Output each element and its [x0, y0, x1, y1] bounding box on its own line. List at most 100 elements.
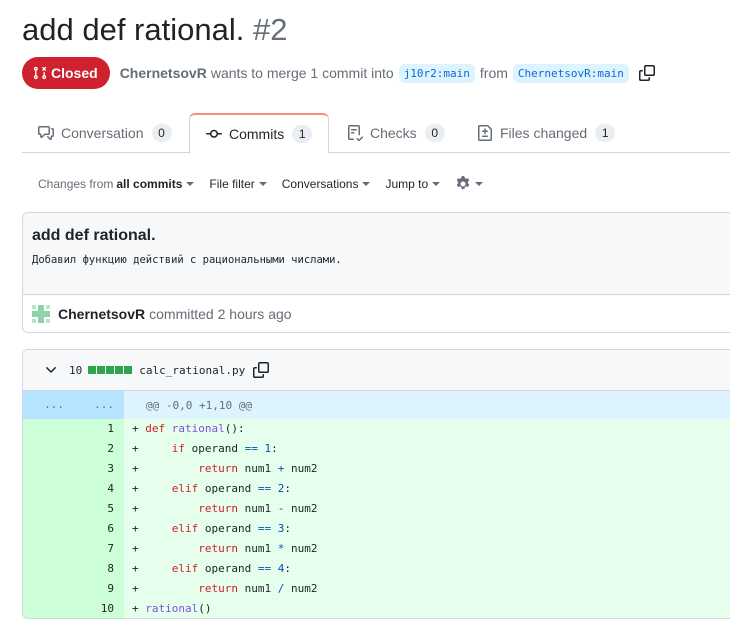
copy-branch-button[interactable] [638, 65, 655, 81]
avatar[interactable] [32, 305, 50, 323]
tab-conversation-label: Conversation [61, 125, 144, 141]
tab-conversation-count: 0 [151, 124, 172, 142]
copy-icon[interactable] [253, 362, 270, 378]
new-line-number[interactable]: 4 [74, 479, 124, 499]
conversations-label: Conversations [281, 177, 359, 191]
commit-footer: ChernetsovR committed 2 hours ago [32, 305, 292, 323]
diffstat-block [97, 366, 106, 374]
diff-line: 3 + return num1 + num2 [23, 459, 730, 479]
status-badge: Closed [22, 57, 110, 89]
diff-lines: 1 + def rational(): 2 + if operand == 1: 3 + … [23, 419, 730, 618]
diff-code: + elif operand == 4: [124, 559, 730, 579]
pr-title: add def rational. [22, 12, 245, 47]
tab-files-changed-count: 1 [595, 124, 616, 142]
diff-line: 5 + return num1 - num2 [23, 499, 730, 519]
file-name-link[interactable]: calc_rational.py [139, 364, 245, 377]
conversations-dropdown[interactable]: Conversations [282, 177, 371, 191]
settings-dropdown[interactable] [455, 176, 484, 192]
caret-down-icon [186, 182, 195, 186]
diff-line: 2 + if operand == 1: [23, 439, 730, 459]
file-diff: 10 calc_rational.py ... ... @@ -0,0 +1,1… [22, 349, 730, 619]
caret-down-icon [475, 182, 484, 186]
old-line-number[interactable] [23, 499, 74, 519]
pr-meta: Closed ChernetsovR wants to merge 1 comm… [22, 57, 655, 89]
diff-code: + def rational(): [124, 419, 730, 439]
diff-line: 8 + elif operand == 4: [23, 559, 730, 579]
checklist-icon [348, 125, 363, 141]
diffstat-block [88, 366, 97, 374]
commit-time: committed 2 hours ago [149, 306, 292, 322]
merge-text: wants to merge 1 commit into [210, 65, 394, 81]
new-line-number[interactable]: 6 [74, 519, 124, 539]
old-line-number[interactable] [23, 599, 74, 618]
diff-line: 9 + return num1 / num2 [23, 579, 730, 599]
diff-toolbar: Changes from all commits File filter Con… [38, 174, 498, 194]
new-line-number[interactable]: 7 [74, 539, 124, 559]
new-line-number[interactable]: 1 [74, 419, 124, 439]
changes-from-value: all commits [116, 177, 183, 191]
old-line-number[interactable] [23, 419, 74, 439]
tab-checks-label: Checks [370, 125, 417, 141]
changes-from-dropdown[interactable]: Changes from all commits [38, 177, 195, 191]
old-line-number[interactable] [23, 559, 74, 579]
file-filter-dropdown[interactable]: File filter [209, 177, 267, 191]
head-branch[interactable]: ChernetsovR:main [512, 63, 629, 83]
new-line-number[interactable]: 8 [74, 559, 124, 579]
new-line-number[interactable]: 9 [74, 579, 124, 599]
status-label: Closed [51, 65, 98, 81]
new-line-number[interactable]: 2 [74, 439, 124, 459]
tab-conversation[interactable]: Conversation 0 [38, 113, 172, 153]
tab-files-changed[interactable]: Files changed 1 [477, 113, 616, 153]
git-commit-icon [206, 129, 222, 138]
commit-card: add def rational. Добавил функцию действ… [22, 212, 730, 333]
tab-commits[interactable]: Commits 1 [189, 113, 330, 154]
tab-files-changed-label: Files changed [500, 125, 588, 141]
old-line-number[interactable] [23, 579, 74, 599]
new-line-number[interactable]: 10 [74, 599, 124, 618]
old-line-number[interactable] [23, 519, 74, 539]
commit-author-link[interactable]: ChernetsovR [58, 306, 145, 322]
pr-tabs: Conversation 0 Commits 1 Checks 0 Files … [22, 113, 730, 154]
comment-discussion-icon [38, 126, 54, 140]
file-filter-label: File filter [209, 177, 255, 191]
new-line-number[interactable]: 5 [74, 499, 124, 519]
diff-code: + return num1 - num2 [124, 499, 730, 519]
diff-line: 4 + elif operand == 2: [23, 479, 730, 499]
old-line-number[interactable] [23, 439, 74, 459]
diff-code: + rational() [124, 599, 730, 618]
hunk-header: ... ... @@ -0,0 +1,10 @@ [23, 391, 730, 419]
new-line-number[interactable]: 3 [74, 459, 124, 479]
changes-from-prefix: Changes from [38, 177, 114, 191]
caret-down-icon [362, 182, 371, 186]
old-line-number[interactable] [23, 479, 74, 499]
page-title: add def rational. #2 [22, 12, 287, 48]
diff-code: + return num1 / num2 [124, 579, 730, 599]
diff-code: + return num1 + num2 [124, 459, 730, 479]
gear-icon [457, 176, 470, 190]
expand-down-button[interactable]: ... [74, 391, 124, 419]
diffstat-bar [88, 366, 133, 374]
diffstat-block [106, 366, 115, 374]
diff-line: 1 + def rational(): [23, 419, 730, 439]
old-line-number[interactable] [23, 539, 74, 559]
copy-icon [638, 65, 655, 81]
jump-to-dropdown[interactable]: Jump to [385, 177, 441, 191]
diff-line-count: 10 [69, 363, 83, 377]
diff-code: + return num1 * num2 [124, 539, 730, 559]
jump-to-label: Jump to [385, 177, 429, 191]
file-diff-icon [478, 125, 492, 141]
caret-down-icon [258, 182, 267, 186]
expand-up-button[interactable]: ... [23, 391, 74, 419]
commit-title[interactable]: add def rational. [32, 227, 156, 245]
pr-author-link[interactable]: ChernetsovR [120, 65, 207, 81]
tab-checks[interactable]: Checks 0 [347, 113, 445, 153]
tab-commits-count: 1 [292, 125, 313, 143]
base-branch[interactable]: j10r2:main [398, 63, 475, 83]
chevron-down-icon[interactable] [43, 362, 59, 378]
tab-commits-label: Commits [229, 126, 285, 142]
old-line-number[interactable] [23, 459, 74, 479]
tab-checks-count: 0 [424, 124, 445, 142]
diff-line: 7 + return num1 * num2 [23, 539, 730, 559]
pull-request-closed-icon [33, 66, 47, 80]
diff-code: + if operand == 1: [124, 439, 730, 459]
